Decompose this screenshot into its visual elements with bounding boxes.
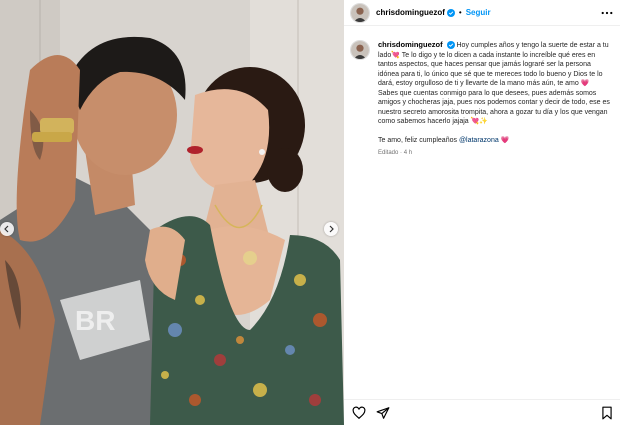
closing-emoji: 💗	[500, 136, 510, 144]
caption-username[interactable]: chrisdominguezof	[378, 40, 443, 49]
caption-closing: Te amo, feliz cumpleaños @latarazona 💗	[378, 136, 610, 146]
svg-text:BR: BR	[75, 305, 115, 336]
mention-link[interactable]: @latarazona	[459, 137, 499, 144]
closing-text: Te amo, feliz cumpleaños	[378, 136, 459, 144]
follow-button[interactable]: Seguir	[466, 8, 491, 17]
time-ago[interactable]: 4 h	[404, 150, 412, 156]
chevron-left-icon	[4, 225, 9, 233]
time-separator: ·	[400, 150, 403, 156]
bookmark-icon[interactable]	[600, 406, 614, 420]
post-actions-bar	[344, 399, 620, 425]
verified-badge-icon	[446, 41, 455, 50]
post-photo[interactable]: BR	[0, 0, 344, 425]
share-icon[interactable]	[376, 406, 390, 420]
previous-photo-button[interactable]	[0, 222, 14, 236]
caption-block: chrisdominguezof Hoy cumples años y teng…	[350, 40, 614, 159]
edited-label: Editado	[378, 150, 399, 156]
heart-icon[interactable]	[352, 406, 366, 420]
post-username[interactable]: chrisdominguezof	[376, 8, 445, 17]
post-side-panel: chrisdominguezof • Seguir chrisdominguez…	[344, 0, 620, 425]
edited-timestamp: Editado · 4 h	[378, 149, 610, 159]
chevron-right-icon	[329, 225, 334, 233]
next-photo-button[interactable]	[324, 222, 338, 236]
caption-text: chrisdominguezof Hoy cumples años y teng…	[378, 40, 610, 159]
avatar[interactable]	[350, 2, 370, 23]
verified-badge-icon	[446, 8, 455, 17]
post-header: chrisdominguezof • Seguir	[344, 0, 620, 26]
caption-avatar[interactable]	[350, 40, 370, 60]
caption-paragraph-2: Sabes que cuentas conmigo para lo que de…	[378, 89, 610, 126]
more-options-icon[interactable]	[600, 6, 614, 20]
separator-dot: •	[458, 8, 462, 17]
couple-kiss-photo: BR	[0, 0, 344, 425]
